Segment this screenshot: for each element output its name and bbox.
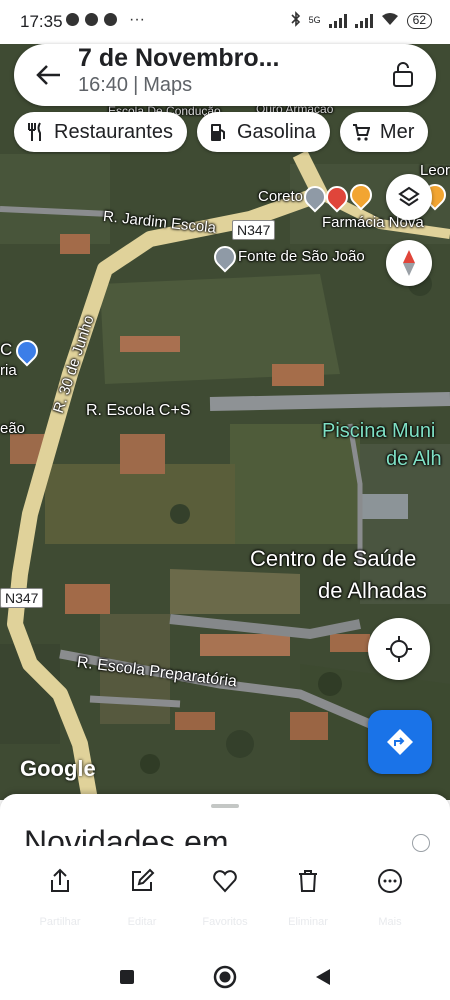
cart-icon — [352, 124, 370, 141]
chip-gasolina[interactable]: Gasolina — [196, 112, 330, 152]
map-label-eao: eão — [0, 420, 26, 437]
share-label: Partilhar — [39, 916, 81, 928]
header-card: 7 de Novembro... 16:40 | Maps — [14, 44, 436, 106]
triangle-back-icon — [316, 969, 330, 985]
square-icon — [120, 970, 134, 984]
nav-back-button[interactable] — [308, 962, 338, 992]
chip-label: Restaurantes — [54, 120, 173, 143]
my-location-icon — [386, 636, 412, 662]
gas-station-icon — [210, 124, 225, 141]
chat-icon — [85, 13, 98, 26]
google-watermark: Google — [20, 756, 96, 781]
map-label-leor: Leor — [420, 162, 450, 179]
directions-icon — [387, 729, 413, 755]
road-shield-n347: N347 — [232, 220, 276, 240]
chip-restaurantes[interactable]: Restaurantes — [14, 112, 187, 152]
restaurant-icon — [28, 122, 41, 141]
chip-mercearias[interactable]: Mer — [339, 112, 429, 152]
edit-button[interactable]: Editar — [102, 868, 182, 928]
header-separator: | — [133, 74, 139, 96]
edit-icon — [132, 868, 155, 891]
satellite-map[interactable]: Escola De Condução Ouro Armação Coreto L… — [0, 44, 450, 800]
system-icons: 5G 62 — [291, 11, 432, 30]
compass-button[interactable] — [386, 240, 432, 286]
more-label: Mais — [378, 916, 402, 928]
edit-label: Editar — [127, 916, 157, 928]
directions-button[interactable] — [368, 710, 432, 774]
circle-icon — [213, 965, 237, 989]
status-time: 17:35 — [20, 12, 63, 31]
map-label-ria: ria — [0, 362, 17, 379]
map-label-fonte: Fonte de São João — [238, 248, 365, 265]
share-icon — [51, 868, 69, 892]
map-label-centro-2: de Alhadas — [318, 578, 427, 603]
lock-icon — [393, 62, 413, 87]
map-label-c: C — [0, 340, 13, 359]
bottom-sheet[interactable]: Novidades em Partilhar Editar Favoritos … — [0, 794, 450, 954]
map-label-coreto: Coreto — [258, 188, 304, 205]
chip-label: Gasolina — [236, 120, 316, 143]
signal-2-icon — [354, 13, 373, 28]
page-subtitle: 16:40 | Maps — [78, 74, 192, 97]
share-button[interactable]: Partilhar — [20, 868, 100, 928]
lock-button[interactable] — [390, 60, 420, 90]
favorite-label: Favoritos — [202, 916, 248, 928]
system-nav-bar — [0, 954, 450, 1000]
category-chips: Restaurantes Gasolina Mer — [14, 112, 429, 152]
sheet-drag-handle[interactable] — [211, 804, 239, 808]
wifi-icon — [381, 12, 399, 29]
layers-button[interactable] — [386, 174, 432, 220]
home-button[interactable] — [210, 962, 240, 992]
chrome-icon — [104, 13, 117, 26]
battery-indicator: 62 — [406, 12, 432, 29]
signal-icon — [328, 13, 347, 28]
arrow-back-icon — [36, 65, 60, 85]
map-label-piscina-2: de Alh — [386, 448, 442, 470]
bluetooth-icon — [291, 11, 301, 30]
chip-label: Mer — [379, 120, 415, 143]
heart-icon — [213, 870, 237, 893]
notification-icons: ··· — [66, 11, 145, 28]
compass-icon — [403, 250, 415, 276]
trash-icon — [299, 870, 317, 892]
map-label-escola-cs: R. Escola C+S — [86, 402, 191, 419]
map-label-centro-1: Centro de Saúde — [250, 546, 417, 571]
page-title: 7 de Novembro... — [78, 44, 280, 72]
recents-button[interactable] — [112, 962, 142, 992]
delete-label: Eliminar — [288, 916, 328, 928]
delete-button[interactable]: Eliminar — [268, 868, 348, 928]
my-location-button[interactable] — [368, 618, 430, 680]
more-icon — [378, 869, 402, 893]
more-button[interactable]: Mais — [350, 868, 430, 928]
more-notifications-icon: ··· — [129, 11, 145, 28]
map-label-piscina-1: Piscina Muni — [322, 420, 436, 442]
road-shield-n347-left: N347 — [0, 588, 44, 608]
network-type: 5G — [308, 15, 321, 25]
layers-icon — [398, 186, 420, 207]
favorite-button[interactable]: Favoritos — [185, 868, 265, 928]
sheet-title: Novidades em — [24, 824, 229, 846]
back-button[interactable] — [32, 58, 66, 92]
whatsapp-icon — [66, 13, 79, 26]
info-icon[interactable] — [412, 834, 430, 852]
header-app-name: Maps — [143, 74, 193, 96]
action-bar: Partilhar Editar Favoritos Eliminar Mais — [0, 862, 450, 952]
header-time: 16:40 — [78, 74, 129, 96]
status-bar: 17:35 ··· 5G 62 — [0, 0, 450, 44]
